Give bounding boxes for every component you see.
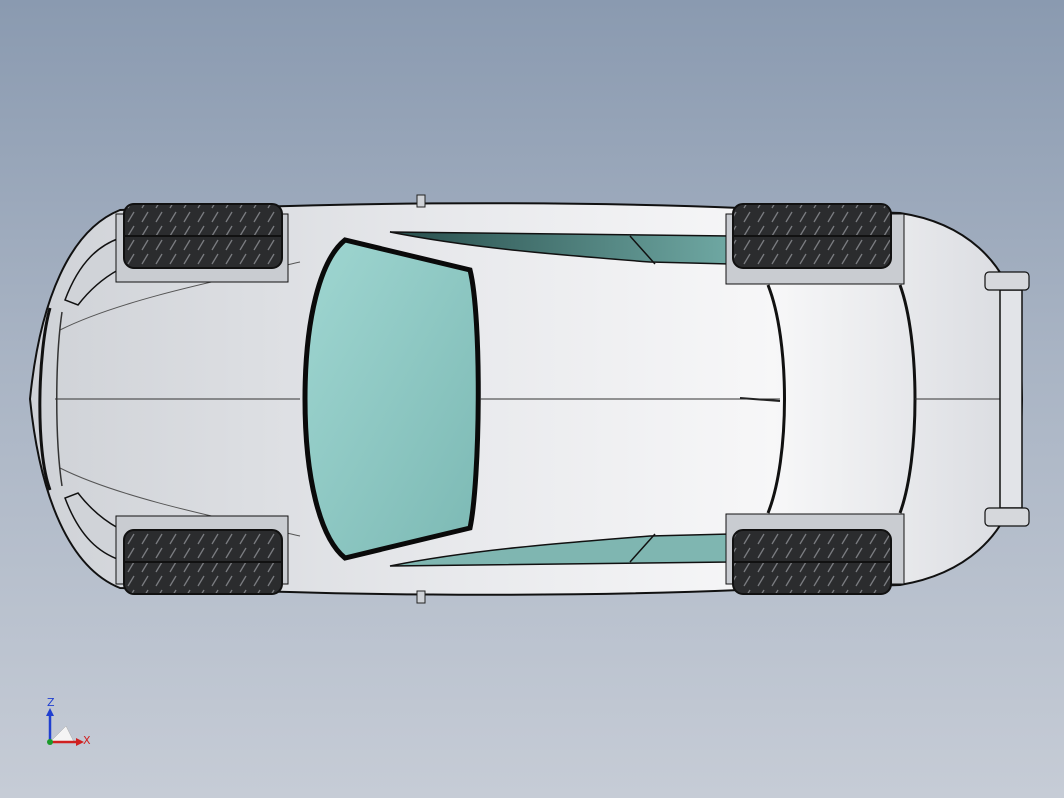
triad-plane-icon: [49, 725, 75, 743]
z-axis-label: Z: [47, 696, 55, 709]
cad-viewport[interactable]: Z X: [0, 0, 1064, 798]
mirror-bottom: [416, 590, 426, 604]
x-axis-label: X: [83, 734, 91, 747]
exhaust-bottom: [984, 507, 1030, 527]
tire-front-left: [123, 203, 283, 269]
car-model[interactable]: [0, 0, 1064, 798]
windshield: [302, 237, 481, 561]
tire-rear-left: [732, 203, 892, 269]
mirror-top: [416, 194, 426, 208]
rear-wing: [999, 289, 1023, 509]
exhaust-top: [984, 271, 1030, 291]
tire-rear-right: [732, 529, 892, 595]
y-axis-icon: [47, 739, 53, 745]
orientation-triad: Z X: [38, 696, 98, 756]
tire-front-right: [123, 529, 283, 595]
